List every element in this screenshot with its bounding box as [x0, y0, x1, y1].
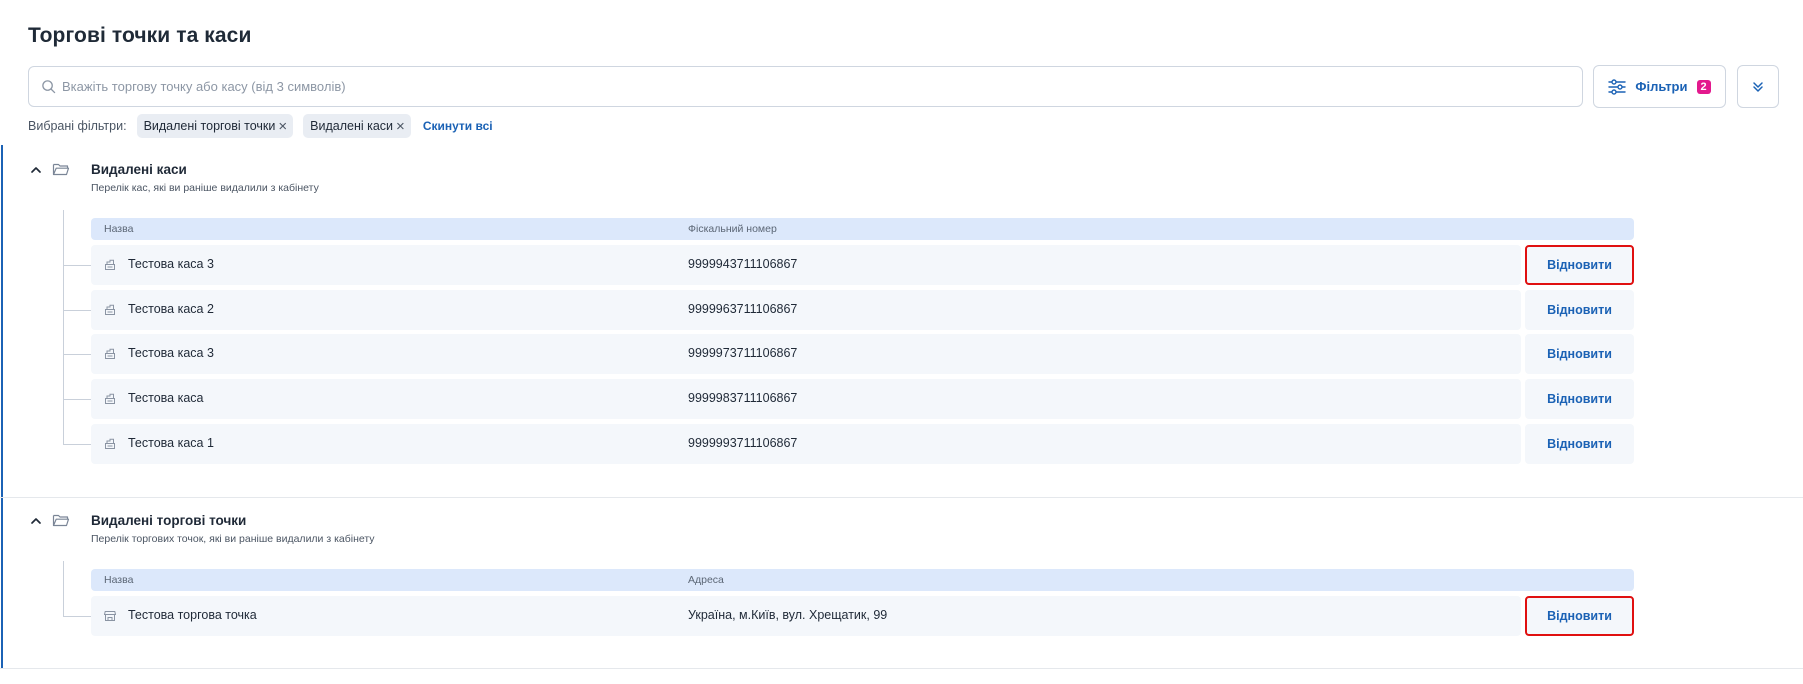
filter-chip-deleted-registers: Видалені каси × — [303, 114, 411, 138]
tree-branch — [63, 354, 91, 355]
column-header-fiscal: Фіскальний номер — [688, 223, 777, 235]
cash-register-icon — [105, 438, 115, 449]
table-header: Назва Фіскальний номер — [91, 218, 1634, 240]
restore-button[interactable]: Відновити — [1525, 290, 1634, 330]
row-fiscal-number: 9999963711106867 — [688, 302, 798, 316]
store-icon — [104, 611, 116, 621]
restore-button[interactable]: Відновити — [1525, 596, 1634, 636]
section-accent-bar — [1, 498, 3, 668]
cash-register-icon — [105, 259, 115, 270]
page-title: Торгові точки та каси — [28, 24, 252, 47]
folder-open-icon — [52, 163, 70, 176]
row-address: Україна, м.Київ, вул. Хрещатик, 99 — [688, 608, 888, 622]
chevron-up-icon[interactable] — [30, 515, 42, 527]
table-row: Тестова каса 9999983711106867 — [91, 379, 1521, 419]
restore-button[interactable]: Відновити — [1525, 245, 1634, 285]
search-icon — [42, 80, 56, 94]
section-subtitle: Перелік торгових точок, які ви раніше ви… — [91, 533, 375, 545]
row-name: Тестова каса 1 — [128, 436, 214, 450]
chevron-up-icon[interactable] — [30, 164, 42, 176]
row-fiscal-number: 9999943711106867 — [688, 257, 798, 271]
remove-chip-icon[interactable]: × — [278, 119, 287, 134]
tree-branch — [63, 399, 91, 400]
collapse-all-button[interactable] — [1737, 65, 1779, 108]
section-accent-bar — [1, 145, 3, 498]
row-name: Тестова каса 2 — [128, 302, 214, 316]
tree-branch — [63, 310, 91, 311]
section-title: Видалені торгові точки — [91, 513, 247, 528]
restore-button[interactable]: Відновити — [1525, 424, 1634, 464]
filters-count-badge: 2 — [1696, 79, 1711, 94]
search-box[interactable] — [28, 66, 1583, 107]
folder-open-icon — [52, 514, 70, 527]
chosen-filters-bar: Вибрані фільтри: Видалені торгові точки … — [28, 114, 493, 138]
table-row: Тестова каса 3 9999973711106867 — [91, 334, 1521, 374]
row-name: Тестова торгова точка — [128, 608, 257, 622]
filters-label: Фільтри — [1635, 79, 1688, 94]
table-row: Тестова торгова точка Україна, м.Київ, в… — [91, 596, 1521, 636]
tree-branch — [63, 265, 91, 266]
chosen-filters-label: Вибрані фільтри: — [28, 119, 127, 133]
tree-branch — [63, 616, 91, 617]
table-row: Тестова каса 3 9999943711106867 — [91, 245, 1521, 285]
filters-button[interactable]: Фільтри 2 — [1593, 65, 1726, 108]
column-header-address: Адреса — [688, 574, 724, 586]
table-row: Тестова каса 2 9999963711106867 — [91, 290, 1521, 330]
row-fiscal-number: 9999993711106867 — [688, 436, 798, 450]
sliders-icon — [1608, 78, 1627, 95]
row-name: Тестова каса 3 — [128, 346, 214, 360]
cash-register-icon — [105, 304, 115, 315]
reset-filters-link[interactable]: Скинути всі — [423, 119, 493, 133]
table-header: Назва Адреса — [91, 569, 1634, 591]
column-header-name: Назва — [104, 223, 134, 235]
section-divider — [0, 668, 1803, 669]
filter-chip-label: Видалені торгові точки — [143, 119, 276, 133]
table-row: Тестова каса 1 9999993711106867 — [91, 424, 1521, 464]
filter-chip-deleted-points: Видалені торгові точки × — [136, 114, 294, 138]
section-title: Видалені каси — [91, 162, 187, 177]
tree-branch — [63, 444, 91, 445]
row-name: Тестова каса — [128, 391, 204, 405]
cash-register-icon — [105, 393, 115, 404]
tree-line — [63, 210, 64, 444]
filter-chip-label: Видалені каси — [310, 119, 394, 133]
remove-chip-icon[interactable]: × — [396, 119, 405, 134]
cash-register-icon — [105, 348, 115, 359]
restore-button[interactable]: Відновити — [1525, 334, 1634, 374]
row-fiscal-number: 9999983711106867 — [688, 391, 798, 405]
double-chevron-down-icon — [1753, 81, 1763, 92]
tree-line — [63, 561, 64, 616]
section-subtitle: Перелік кас, які ви раніше видалили з ка… — [91, 182, 319, 194]
row-name: Тестова каса 3 — [128, 257, 214, 271]
search-input[interactable] — [62, 79, 1542, 94]
column-header-name: Назва — [104, 574, 134, 586]
section-divider — [0, 497, 1803, 498]
row-fiscal-number: 9999973711106867 — [688, 346, 798, 360]
restore-button[interactable]: Відновити — [1525, 379, 1634, 419]
